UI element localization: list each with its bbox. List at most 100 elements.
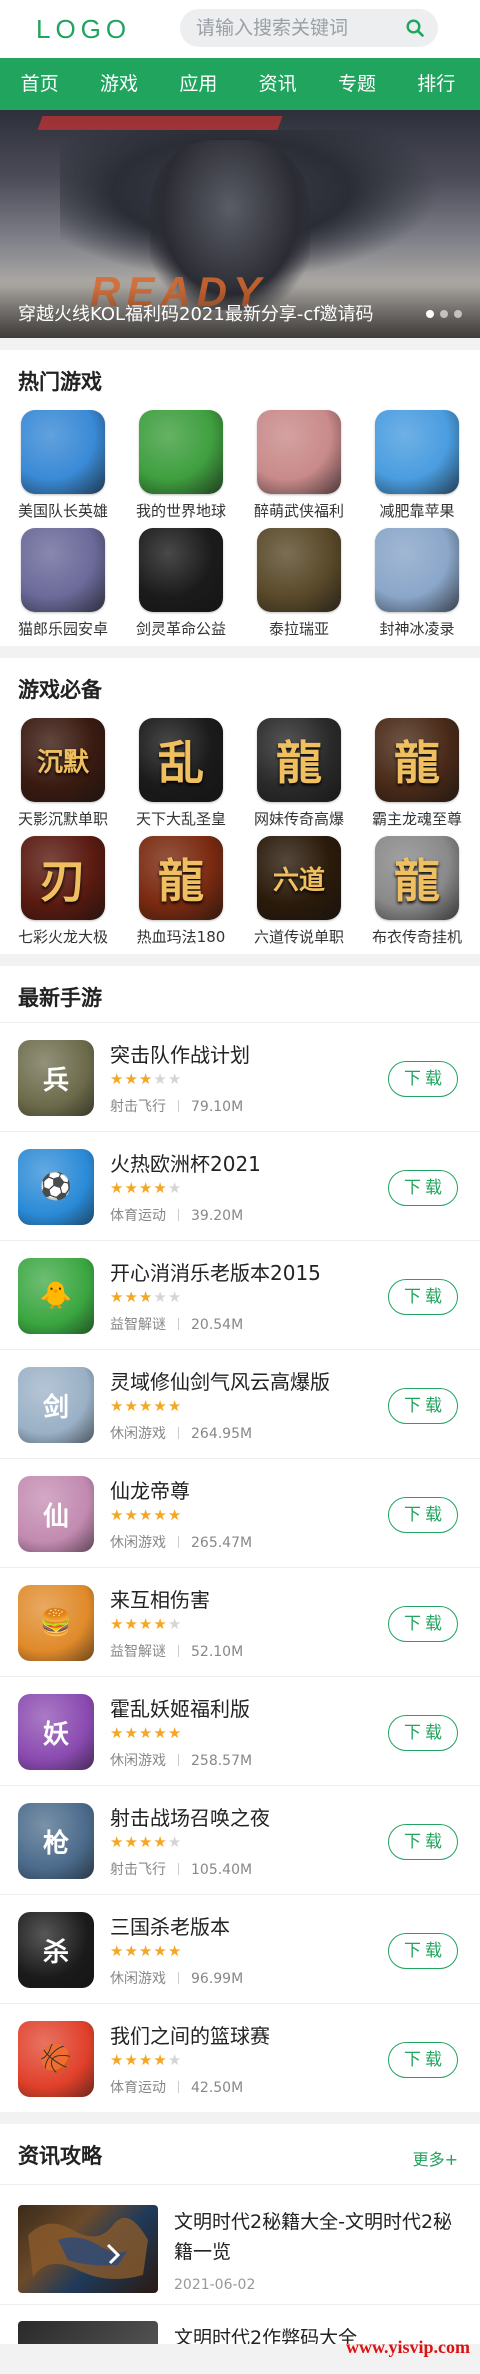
banner-title[interactable]: 穿越火线KOL福利码2021最新分享-cf邀请码 xyxy=(18,300,374,326)
sanguosha-icon[interactable]: 杀 xyxy=(18,1912,94,1988)
game-grid-item[interactable]: 泰拉瑞亚 xyxy=(240,528,358,646)
game-grid-item[interactable]: 猫郎乐园安卓 xyxy=(4,528,122,646)
game-name[interactable]: 霸主龙魂至尊 xyxy=(358,808,476,829)
blade-soul-icon[interactable] xyxy=(139,528,223,612)
dragon-fire-icon[interactable]: 龍 xyxy=(139,836,223,920)
ice-princess-icon[interactable] xyxy=(375,528,459,612)
game-grid-item[interactable]: 我的世界地球 xyxy=(122,410,240,528)
game-title[interactable]: 霍乱妖姬福利版 xyxy=(110,1693,250,1722)
game-name[interactable]: 减肥靠苹果 xyxy=(358,500,476,521)
game-grid-item[interactable]: 剑灵革命公益 xyxy=(122,528,240,646)
minecraft-earth-icon[interactable] xyxy=(139,410,223,494)
download-button[interactable]: 下载 xyxy=(388,1061,458,1097)
game-grid-item[interactable]: 醉萌武侠福利 xyxy=(240,410,358,528)
dragon-black-icon[interactable]: 龍 xyxy=(257,718,341,802)
game-grid-item[interactable]: 美国队长英雄 xyxy=(4,410,122,528)
game-grid-item[interactable]: 减肥靠苹果 xyxy=(358,410,476,528)
search-icon[interactable] xyxy=(406,19,424,37)
game-title[interactable]: 仙龙帝尊 xyxy=(110,1475,190,1504)
game-title[interactable]: 灵域修仙剑气风云高爆版 xyxy=(110,1366,330,1395)
list-item[interactable]: 仙仙龙帝尊 ★★★★★ 休闲游戏 265.47M 下载 xyxy=(0,1458,480,1567)
game-title[interactable]: 开心消消乐老版本2015 xyxy=(110,1257,321,1286)
list-item[interactable]: 剑灵域修仙剑气风云高爆版 ★★★★★ 休闲游戏 264.95M 下载 xyxy=(0,1349,480,1458)
game-name[interactable]: 美国队长英雄 xyxy=(4,500,122,521)
news-title[interactable]: 文明时代2作弊码大全 xyxy=(174,2323,357,2344)
silence-icon[interactable]: 沉默 xyxy=(21,718,105,802)
carousel-dot[interactable] xyxy=(454,310,462,318)
game-name[interactable]: 泰拉瑞亚 xyxy=(240,618,358,639)
battlefield-icon[interactable]: 枪 xyxy=(18,1803,94,1879)
download-button[interactable]: 下载 xyxy=(388,1279,458,1315)
game-grid-item[interactable]: 刃七彩火龙大极 xyxy=(4,836,122,954)
nav-apps[interactable]: 应用 xyxy=(159,58,238,110)
download-button[interactable]: 下载 xyxy=(388,1170,458,1206)
game-name[interactable]: 天影沉默单职 xyxy=(4,808,122,829)
game-grid-item[interactable]: 沉默 天影沉默单职 xyxy=(4,718,122,836)
nav-home[interactable]: 首页 xyxy=(0,58,79,110)
game-name[interactable]: 天下大乱圣皇 xyxy=(122,808,240,829)
game-grid-item[interactable]: 乱天下大乱圣皇 xyxy=(122,718,240,836)
game-name[interactable]: 封神冰凌录 xyxy=(358,618,476,639)
carousel-dot[interactable] xyxy=(440,310,448,318)
demon-girl-icon[interactable]: 妖 xyxy=(18,1694,94,1770)
download-button[interactable]: 下载 xyxy=(388,1933,458,1969)
game-grid-item[interactable]: 封神冰凌录 xyxy=(358,528,476,646)
runner-icon[interactable] xyxy=(375,410,459,494)
wuxia-girl-icon[interactable] xyxy=(257,410,341,494)
dragon-gold-icon[interactable]: 龍 xyxy=(375,718,459,802)
news-title[interactable]: 文明时代2秘籍大全-文明时代2秘籍一览 xyxy=(174,2207,462,2267)
game-grid-item[interactable]: 六道 六道传说单职 xyxy=(240,836,358,954)
banner-carousel[interactable]: READY 穿越火线KOL福利码2021最新分享-cf邀请码 xyxy=(0,110,480,338)
game-grid-item[interactable]: 龍霸主龙魂至尊 xyxy=(358,718,476,836)
game-name[interactable]: 剑灵革命公益 xyxy=(122,618,240,639)
hero-icon[interactable] xyxy=(21,410,105,494)
game-title[interactable]: 射击战场召唤之夜 xyxy=(110,1802,270,1831)
search-box[interactable] xyxy=(180,9,438,47)
more-link[interactable]: 更多+ xyxy=(413,2146,458,2170)
game-title[interactable]: 突击队作战计划 xyxy=(110,1039,250,1068)
six-paths-icon[interactable]: 六道 xyxy=(257,836,341,920)
nav-ranking[interactable]: 排行 xyxy=(397,58,476,110)
cat-boys-icon[interactable] xyxy=(21,528,105,612)
download-button[interactable]: 下载 xyxy=(388,1824,458,1860)
game-grid-item[interactable]: 龍网妹传奇高爆 xyxy=(240,718,358,836)
fire-dragon-icon[interactable]: 刃 xyxy=(21,836,105,920)
carousel-dot[interactable] xyxy=(426,310,434,318)
game-name[interactable]: 七彩火龙大极 xyxy=(4,926,122,947)
game-title[interactable]: 我们之间的篮球赛 xyxy=(110,2020,270,2049)
game-name[interactable]: 猫郎乐园安卓 xyxy=(4,618,122,639)
game-name[interactable]: 热血玛法180 xyxy=(122,926,240,947)
sword-spirit-icon[interactable]: 剑 xyxy=(18,1367,94,1443)
search-input[interactable] xyxy=(196,9,396,47)
list-item[interactable]: 🍔 来互相伤害 ★★★★★ 益智解谜 52.10M 下载 xyxy=(0,1567,480,1676)
soldier-icon[interactable]: 兵 xyxy=(18,1040,94,1116)
news-item[interactable]: 文明时代2秘籍大全-文明时代2秘籍一览 2021-06-02 xyxy=(0,2184,480,2304)
game-name[interactable]: 布衣传奇挂机 xyxy=(358,926,476,947)
logo[interactable]: LOGO xyxy=(36,14,131,45)
nav-games[interactable]: 游戏 xyxy=(79,58,158,110)
download-button[interactable]: 下载 xyxy=(388,2042,458,2078)
game-title[interactable]: 火热欧洲杯2021 xyxy=(110,1148,261,1177)
game-grid-item[interactable]: 龍布衣传奇挂机 xyxy=(358,836,476,954)
chick-icon[interactable]: 🐥 xyxy=(18,1258,94,1334)
list-item[interactable]: ⚽ 火热欧洲杯2021 ★★★★★ 体育运动 39.20M 下载 xyxy=(0,1131,480,1240)
game-title[interactable]: 三国杀老版本 xyxy=(110,1911,230,1940)
nav-news[interactable]: 资讯 xyxy=(238,58,317,110)
list-item[interactable]: 🏀 我们之间的篮球赛 ★★★★★ 体育运动 42.50M 下载 xyxy=(0,2003,480,2112)
download-button[interactable]: 下载 xyxy=(388,1715,458,1751)
burger-icon[interactable]: 🍔 xyxy=(18,1585,94,1661)
game-grid-item[interactable]: 龍热血玛法180 xyxy=(122,836,240,954)
list-item[interactable]: 🐥 开心消消乐老版本2015 ★★★★★ 益智解谜 20.54M 下载 xyxy=(0,1240,480,1349)
basketball-icon[interactable]: 🏀 xyxy=(18,2021,94,2097)
nav-topics[interactable]: 专题 xyxy=(317,58,396,110)
fairy-girl-icon[interactable]: 仙 xyxy=(18,1476,94,1552)
game-title[interactable]: 来互相伤害 xyxy=(110,1584,210,1613)
dragon-grey-icon[interactable]: 龍 xyxy=(375,836,459,920)
list-item[interactable]: 枪射击战场召唤之夜 ★★★★★ 射击飞行 105.40M 下载 xyxy=(0,1785,480,1894)
download-button[interactable]: 下载 xyxy=(388,1606,458,1642)
list-item[interactable]: 杀三国杀老版本 ★★★★★ 休闲游戏 96.99M 下载 xyxy=(0,1894,480,2003)
game-name[interactable]: 我的世界地球 xyxy=(122,500,240,521)
game-name[interactable]: 六道传说单职 xyxy=(240,926,358,947)
chaos-icon[interactable]: 乱 xyxy=(139,718,223,802)
game-name[interactable]: 醉萌武侠福利 xyxy=(240,500,358,521)
